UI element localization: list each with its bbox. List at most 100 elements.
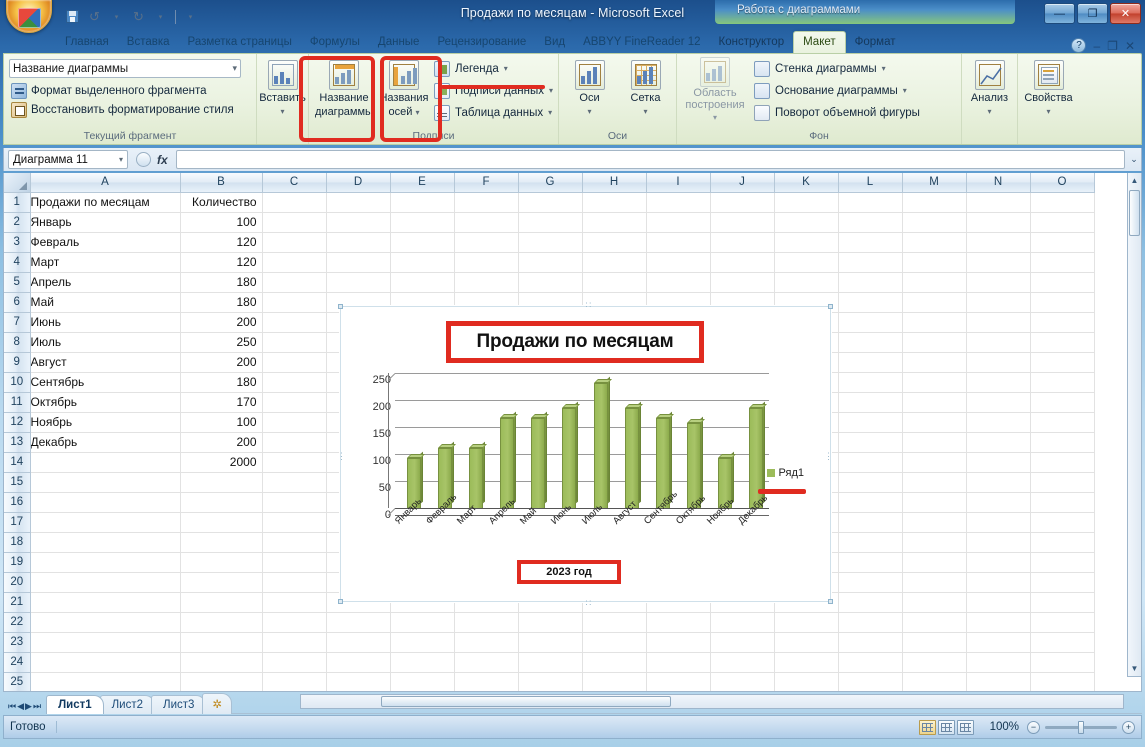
cell-A11[interactable]: Октябрь [30,392,181,413]
row-header-11[interactable]: 11 [4,392,31,413]
cell-O20[interactable] [1030,572,1095,593]
chart-plot-area[interactable]: 0 50 100 150 200 250 ЯнварьФевра [359,369,779,539]
cell-L11[interactable] [838,392,903,413]
cell-M2[interactable] [902,212,967,233]
row-header-4[interactable]: 4 [4,252,31,273]
tab-data[interactable]: Данные [369,32,429,53]
cell-M20[interactable] [902,572,967,593]
cell-M21[interactable] [902,592,967,613]
cell-K4[interactable] [774,252,839,273]
cell-A14[interactable] [30,452,181,473]
cell-B19[interactable] [180,552,263,573]
cell-M22[interactable] [902,612,967,633]
cell-C5[interactable] [262,272,327,293]
row-header-2[interactable]: 2 [4,212,31,233]
cell-O21[interactable] [1030,592,1095,613]
cell-N25[interactable] [966,672,1031,691]
cell-B1[interactable]: Количество [180,192,263,213]
cell-B12[interactable]: 100 [180,412,263,433]
cell-O7[interactable] [1030,312,1095,333]
cell-C23[interactable] [262,632,327,653]
window-controls[interactable]: — ❐ ✕ [1044,3,1141,24]
cell-M10[interactable] [902,372,967,393]
cell-N4[interactable] [966,252,1031,273]
gridlines-button[interactable]: Сетка ▾ [622,57,670,118]
cell-L25[interactable] [838,672,903,691]
tab-review[interactable]: Рецензирование [428,32,535,53]
cell-O5[interactable] [1030,272,1095,293]
column-header-H[interactable]: H [582,173,647,193]
cell-O11[interactable] [1030,392,1095,413]
axes-button[interactable]: Оси ▾ [566,57,614,118]
cell-C4[interactable] [262,252,327,273]
cell-G24[interactable] [518,652,583,673]
cell-B22[interactable] [180,612,263,633]
cell-J2[interactable] [710,212,775,233]
resize-handle-left[interactable]: ⋮ [337,452,347,461]
ribbon-close-icon[interactable]: ✕ [1125,39,1135,53]
cell-B10[interactable]: 180 [180,372,263,393]
insert-shapes-button[interactable]: Вставить ▾ [258,57,307,118]
column-header-K[interactable]: K [774,173,839,193]
zoom-slider-track[interactable] [1045,720,1117,734]
view-buttons[interactable] [918,719,982,735]
resize-handle-top[interactable]: ∷ [586,301,593,310]
column-header-N[interactable]: N [966,173,1031,193]
row-header-16[interactable]: 16 [4,492,31,513]
cell-I1[interactable] [646,192,711,213]
cell-A10[interactable]: Сентябрь [30,372,181,393]
cell-L14[interactable] [838,452,903,473]
cell-C14[interactable] [262,452,327,473]
row-header-14[interactable]: 14 [4,452,31,473]
column-header-A[interactable]: A [30,173,181,193]
cell-M19[interactable] [902,552,967,573]
cell-M8[interactable] [902,332,967,353]
reset-style-button[interactable]: Восстановить форматирование стиля [9,101,251,119]
cell-H24[interactable] [582,652,647,673]
sheet-tab-list1[interactable]: Лист1 [46,695,104,714]
cell-F23[interactable] [454,632,519,653]
cell-L18[interactable] [838,532,903,553]
cell-A24[interactable] [30,652,181,673]
cell-A12[interactable]: Ноябрь [30,412,181,433]
chart-object[interactable]: ∷ ∷ ⋮ ⋮ Продажи по месяцам 0 50 100 150 … [337,301,833,608]
tab-layout[interactable]: Макет [793,31,846,53]
cell-O23[interactable] [1030,632,1095,653]
cell-A16[interactable] [30,492,181,513]
cell-C10[interactable] [262,372,327,393]
row-header-8[interactable]: 8 [4,332,31,353]
cell-N10[interactable] [966,372,1031,393]
cell-C1[interactable] [262,192,327,213]
cell-A4[interactable]: Март [30,252,181,273]
column-header-J[interactable]: J [710,173,775,193]
chart-floor-button[interactable]: Основание диаграммы ▾ [754,81,920,100]
cell-C16[interactable] [262,492,327,513]
cell-N20[interactable] [966,572,1031,593]
cell-L7[interactable] [838,312,903,333]
ribbon-restore-icon[interactable]: ❐ [1107,39,1118,53]
cell-C6[interactable] [262,292,327,313]
formula-input[interactable] [175,150,1125,169]
resize-handle-tr[interactable] [828,304,833,309]
cell-B5[interactable]: 180 [180,272,263,293]
cell-G3[interactable] [518,232,583,253]
ribbon-minibuttons[interactable]: ? – ❐ ✕ [1071,38,1145,53]
cell-C3[interactable] [262,232,327,253]
cell-A7[interactable]: Июнь [30,312,181,333]
cell-L1[interactable] [838,192,903,213]
vertical-scroll-thumb[interactable] [1129,190,1140,236]
maximize-button[interactable]: ❐ [1077,3,1108,24]
cell-K23[interactable] [774,632,839,653]
tab-formulas[interactable]: Формулы [301,32,369,53]
row-header-18[interactable]: 18 [4,532,31,553]
cell-B7[interactable]: 200 [180,312,263,333]
cell-L9[interactable] [838,352,903,373]
cell-H22[interactable] [582,612,647,633]
column-header-G[interactable]: G [518,173,583,193]
cell-C2[interactable] [262,212,327,233]
cell-L22[interactable] [838,612,903,633]
cell-I5[interactable] [646,272,711,293]
cell-B21[interactable] [180,592,263,613]
cell-L10[interactable] [838,372,903,393]
cell-B3[interactable]: 120 [180,232,263,253]
